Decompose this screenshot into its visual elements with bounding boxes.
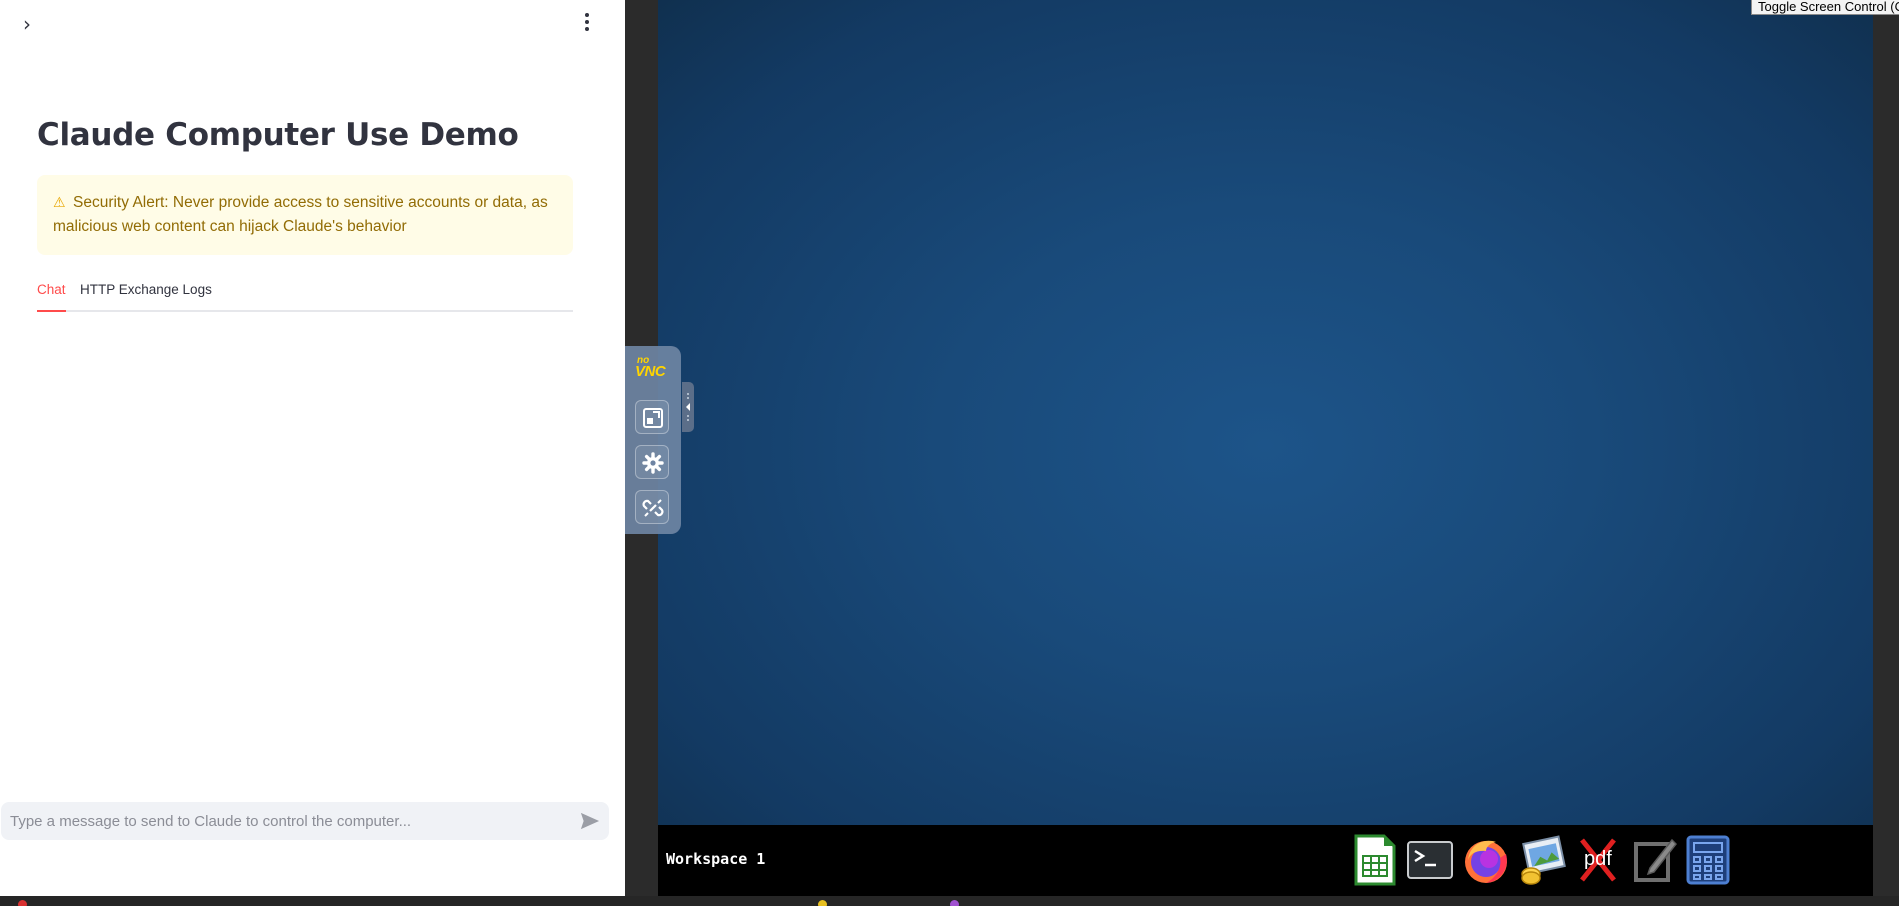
security-alert: ⚠ Security Alert: Never provide access to…	[37, 175, 573, 255]
status-dot	[950, 900, 959, 906]
image-viewer-icon[interactable]	[1518, 834, 1566, 886]
calculator-icon[interactable]	[1684, 834, 1732, 886]
expand-sidebar-icon[interactable]: ›	[16, 12, 38, 36]
host-taskbar-strip	[0, 896, 1899, 906]
terminal-icon[interactable]	[1406, 834, 1454, 886]
fullscreen-icon	[643, 408, 663, 428]
text-editor-icon[interactable]	[1630, 834, 1678, 886]
warning-icon: ⚠	[53, 195, 66, 211]
tab-chat[interactable]: Chat	[37, 282, 66, 312]
disconnect-button[interactable]	[635, 490, 669, 524]
page-title: Claude Computer Use Demo	[37, 117, 519, 153]
taskbar: Workspace 1 pdf	[658, 825, 1873, 896]
workspace-label[interactable]: Workspace 1	[666, 850, 765, 868]
settings-button[interactable]	[635, 445, 669, 479]
spreadsheet-icon[interactable]	[1350, 834, 1398, 886]
novnc-logo: no VNC	[635, 355, 666, 380]
status-dot	[818, 900, 827, 906]
vnc-viewer: Toggle Screen Control (Off) Workspace 1	[625, 0, 1899, 896]
firefox-icon[interactable]	[1462, 834, 1510, 886]
disconnect-icon	[642, 499, 664, 517]
streamlit-app: › Claude Computer Use Demo ⚠ Security Ale…	[0, 0, 625, 896]
settings-icon	[642, 452, 664, 474]
fullscreen-button[interactable]	[635, 400, 669, 434]
pdf-label: pdf	[1584, 848, 1612, 870]
status-dot	[18, 900, 27, 906]
send-icon[interactable]	[579, 811, 601, 831]
toggle-screen-control-button[interactable]: Toggle Screen Control (Off)	[1751, 0, 1899, 15]
tab-http-exchange-logs[interactable]: HTTP Exchange Logs	[80, 282, 212, 312]
main-menu-icon[interactable]	[573, 10, 601, 34]
collapse-arrow-icon	[686, 393, 690, 421]
chat-input-container	[1, 802, 609, 840]
control-bar-handle[interactable]	[682, 382, 694, 432]
novnc-control-bar: no VNC	[625, 346, 681, 534]
chat-input[interactable]	[10, 802, 570, 840]
pdf-icon[interactable]: pdf	[1574, 834, 1622, 886]
tab-bar: Chat HTTP Exchange Logs	[37, 280, 573, 312]
security-alert-text: Security Alert: Never provide access to …	[53, 194, 548, 235]
remote-desktop[interactable]: Toggle Screen Control (Off)	[658, 0, 1899, 825]
